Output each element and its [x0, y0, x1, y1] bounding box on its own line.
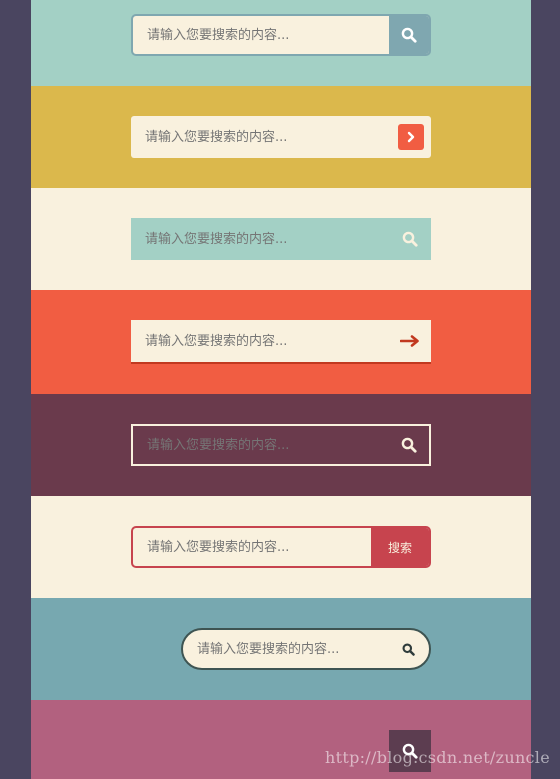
band-coral: [31, 290, 531, 394]
band-mint: [31, 0, 531, 86]
search-button-1[interactable]: [389, 16, 429, 54]
chevron-right-icon: [405, 131, 417, 143]
search-input-5[interactable]: [133, 426, 389, 464]
band-rose: [31, 700, 531, 779]
search-button-6[interactable]: 搜索: [371, 528, 429, 566]
band-mustard: [31, 86, 531, 188]
search-bar-5: [131, 424, 431, 466]
search-input-7[interactable]: [183, 630, 389, 668]
search-bar-3: [131, 218, 431, 260]
arrow-right-icon: [400, 335, 420, 347]
search-input-3[interactable]: [131, 218, 389, 260]
band-plum: [31, 394, 531, 496]
search-bar-2: [131, 116, 431, 158]
demo-column: 搜索: [31, 0, 531, 779]
search-bar-7: [181, 628, 431, 670]
search-button-5[interactable]: [389, 426, 429, 464]
submit-button-4[interactable]: [389, 320, 431, 362]
search-input-1[interactable]: [133, 16, 391, 54]
watermark-text: http://blog.csdn.net/zuncle: [325, 748, 550, 767]
search-icon: [401, 642, 415, 656]
search-input-4[interactable]: [131, 320, 389, 362]
search-button-7[interactable]: [391, 630, 425, 668]
search-bar-6: 搜索: [131, 526, 431, 568]
submit-button-2[interactable]: [398, 124, 424, 150]
search-input-2[interactable]: [131, 116, 389, 158]
band-cream-2: 搜索: [31, 496, 531, 598]
search-input-6[interactable]: [133, 528, 371, 566]
search-icon: [401, 27, 417, 43]
search-icon: [402, 231, 418, 247]
search-icon: [401, 437, 417, 453]
search-button-3[interactable]: [389, 218, 431, 260]
search-bar-4: [131, 320, 431, 364]
search-bar-1: [131, 14, 431, 56]
band-cream: [31, 188, 531, 290]
band-teal: [31, 598, 531, 700]
